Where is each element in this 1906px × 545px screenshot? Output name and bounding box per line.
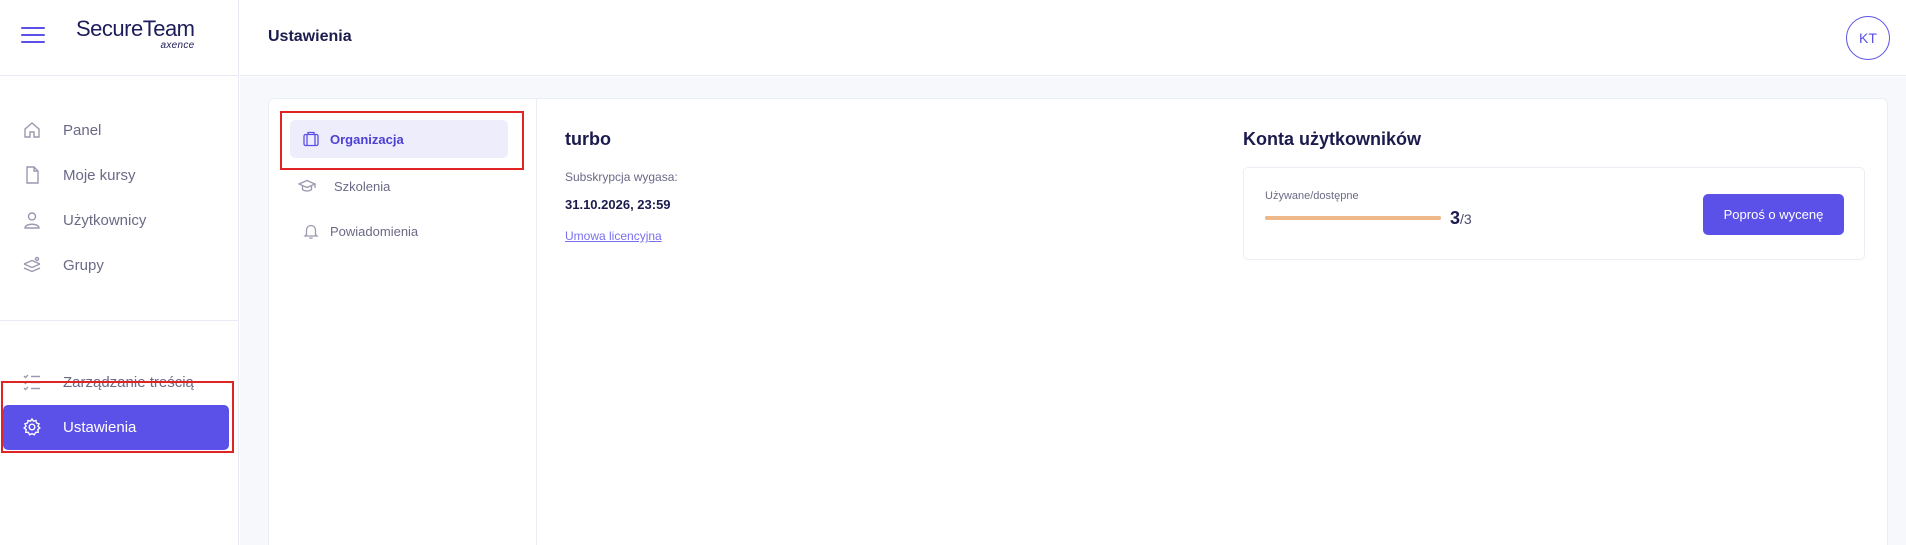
hamburger-menu-icon[interactable] bbox=[21, 27, 45, 45]
usage-count: 3/3 bbox=[1450, 208, 1472, 229]
subscription-label: Subskrypcja wygasa: bbox=[565, 170, 678, 184]
license-agreement-link[interactable]: Umowa licencyjna bbox=[565, 229, 662, 243]
layers-icon bbox=[23, 256, 41, 273]
tab-trainings[interactable]: Szkolenia bbox=[290, 167, 508, 205]
briefcase-icon bbox=[303, 131, 319, 147]
sidebar-item-label: Ustawienia bbox=[63, 419, 137, 436]
tab-organization[interactable]: Organizacja bbox=[290, 120, 508, 158]
usage-progress-bar bbox=[1265, 216, 1441, 220]
logo-subtext: axence bbox=[160, 40, 195, 51]
sidebar-item-panel[interactable]: Panel bbox=[0, 108, 238, 153]
sidebar-nav-primary: Panel Moje kursy Użytkownicy Grupy bbox=[0, 76, 238, 321]
home-icon bbox=[24, 122, 40, 138]
logo-text: SecureTeam bbox=[76, 16, 195, 41]
logo[interactable]: SecureTeam axence bbox=[76, 16, 195, 52]
usage-progress-fill bbox=[1265, 216, 1441, 220]
tab-notifications[interactable]: Powiadomienia bbox=[290, 212, 508, 250]
sidebar-item-my-courses[interactable]: Moje kursy bbox=[0, 153, 238, 198]
sidebar-item-label: Użytkownicy bbox=[63, 212, 147, 229]
tab-label: Organizacja bbox=[330, 131, 404, 147]
sidebar-item-content-management[interactable]: Zarządzanie treścią bbox=[0, 360, 238, 405]
tab-label: Powiadomienia bbox=[330, 223, 419, 239]
settings-card: Organizacja Szkolenia Powiadomienia turb… bbox=[268, 98, 1888, 545]
gear-icon bbox=[23, 417, 41, 436]
sidebar-item-label: Panel bbox=[63, 122, 102, 139]
sidebar-item-label: Grupy bbox=[63, 257, 104, 274]
sidebar-header: SecureTeam axence bbox=[0, 0, 238, 76]
total-count: /3 bbox=[1460, 211, 1472, 227]
user-icon bbox=[24, 212, 40, 229]
sidebar-item-groups[interactable]: Grupy bbox=[0, 243, 238, 288]
checklist-icon bbox=[23, 374, 40, 391]
page-title: Ustawienia bbox=[268, 28, 352, 45]
sidebar-item-users[interactable]: Użytkownicy bbox=[0, 198, 238, 243]
settings-nav: Organizacja Szkolenia Powiadomienia bbox=[269, 99, 537, 545]
used-count: 3 bbox=[1450, 208, 1461, 228]
usage-label: Używane/dostępne bbox=[1265, 190, 1359, 202]
top-bar: Ustawienia KT bbox=[240, 0, 1906, 76]
sidebar-nav-secondary: Zarządzanie treścią Ustawienia bbox=[0, 321, 238, 450]
avatar[interactable]: KT bbox=[1846, 16, 1890, 60]
organization-name: turbo bbox=[565, 129, 611, 149]
sidebar: SecureTeam axence Panel Moje kursy Użytk… bbox=[0, 0, 239, 545]
graduation-cap-icon bbox=[298, 179, 316, 192]
sidebar-item-settings[interactable]: Ustawienia bbox=[3, 405, 229, 450]
bell-icon bbox=[303, 224, 319, 239]
sidebar-item-label: Moje kursy bbox=[63, 167, 136, 184]
accounts-title: Konta użytkowników bbox=[1243, 129, 1422, 149]
tab-label: Szkolenia bbox=[334, 178, 391, 194]
document-icon bbox=[26, 166, 39, 184]
request-quote-button[interactable]: Poproś o wycenę bbox=[1703, 194, 1844, 235]
sidebar-item-label: Zarządzanie treścią bbox=[63, 374, 194, 391]
accounts-box: Używane/dostępne 3/3 Poproś o wycenę bbox=[1243, 167, 1865, 260]
subscription-date: 31.10.2026, 23:59 bbox=[565, 197, 671, 212]
